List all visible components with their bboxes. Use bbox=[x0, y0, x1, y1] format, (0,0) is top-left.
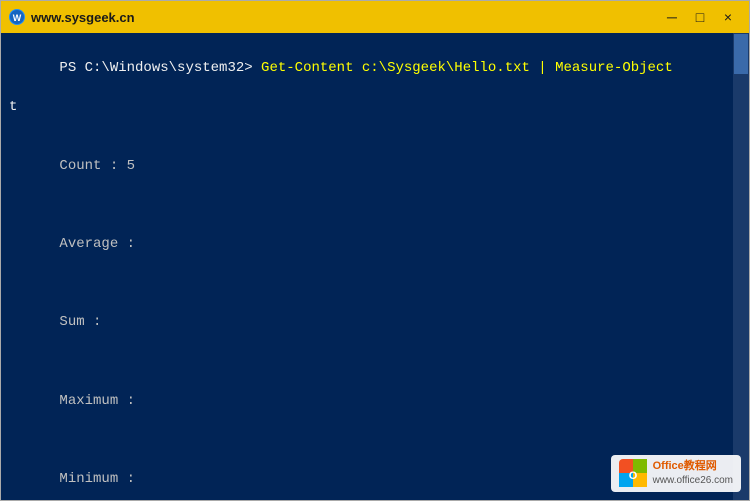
window-controls: ─ □ × bbox=[659, 6, 741, 28]
sum-sep: : bbox=[85, 314, 110, 330]
svg-text:W: W bbox=[13, 13, 22, 23]
command-text: Get-Content c:\Sysgeek\Hello.txt | Measu… bbox=[253, 60, 673, 76]
maximum-label: Maximum bbox=[59, 393, 118, 409]
count-value: 5 bbox=[127, 158, 135, 174]
scrollbar-thumb[interactable] bbox=[734, 34, 748, 74]
minimum-sep: : bbox=[118, 471, 143, 487]
sum-line: Sum : bbox=[9, 294, 741, 353]
window: W www.sysgeek.cn ─ □ × PS C:\Windows\sys… bbox=[0, 0, 750, 501]
count-label: Count bbox=[59, 158, 101, 174]
command-wrap-line: t bbox=[9, 98, 741, 118]
count-line: Count : 5 bbox=[9, 137, 741, 196]
average-label: Average bbox=[59, 236, 118, 252]
average-sep: : bbox=[118, 236, 143, 252]
svg-text:O: O bbox=[628, 470, 637, 482]
watermark-text: Office教程网 www.office26.com bbox=[653, 459, 733, 488]
sum-label: Sum bbox=[59, 314, 84, 330]
average-line: Average : bbox=[9, 215, 741, 274]
maximum-line: Maximum : bbox=[9, 372, 741, 431]
prompt-1: PS C:\Windows\system32> bbox=[59, 60, 252, 76]
minimum-label: Minimum bbox=[59, 471, 118, 487]
count-sep: : bbox=[101, 158, 126, 174]
terminal[interactable]: PS C:\Windows\system32> Get-Content c:\S… bbox=[1, 33, 749, 500]
maximum-sep: : bbox=[118, 393, 143, 409]
window-title: www.sysgeek.cn bbox=[31, 10, 659, 25]
favicon-icon: W bbox=[9, 9, 25, 25]
office-icon: O bbox=[619, 459, 647, 487]
watermark: O Office教程网 www.office26.com bbox=[611, 455, 741, 492]
watermark-url: www.office26.com bbox=[653, 474, 733, 488]
watermark-site: Office教程网 bbox=[653, 459, 733, 474]
title-bar: W www.sysgeek.cn ─ □ × bbox=[1, 1, 749, 33]
command-line: PS C:\Windows\system32> Get-Content c:\S… bbox=[9, 39, 741, 98]
minimize-button[interactable]: ─ bbox=[659, 6, 685, 28]
close-button[interactable]: × bbox=[715, 6, 741, 28]
scrollbar[interactable] bbox=[733, 33, 749, 500]
maximize-button[interactable]: □ bbox=[687, 6, 713, 28]
